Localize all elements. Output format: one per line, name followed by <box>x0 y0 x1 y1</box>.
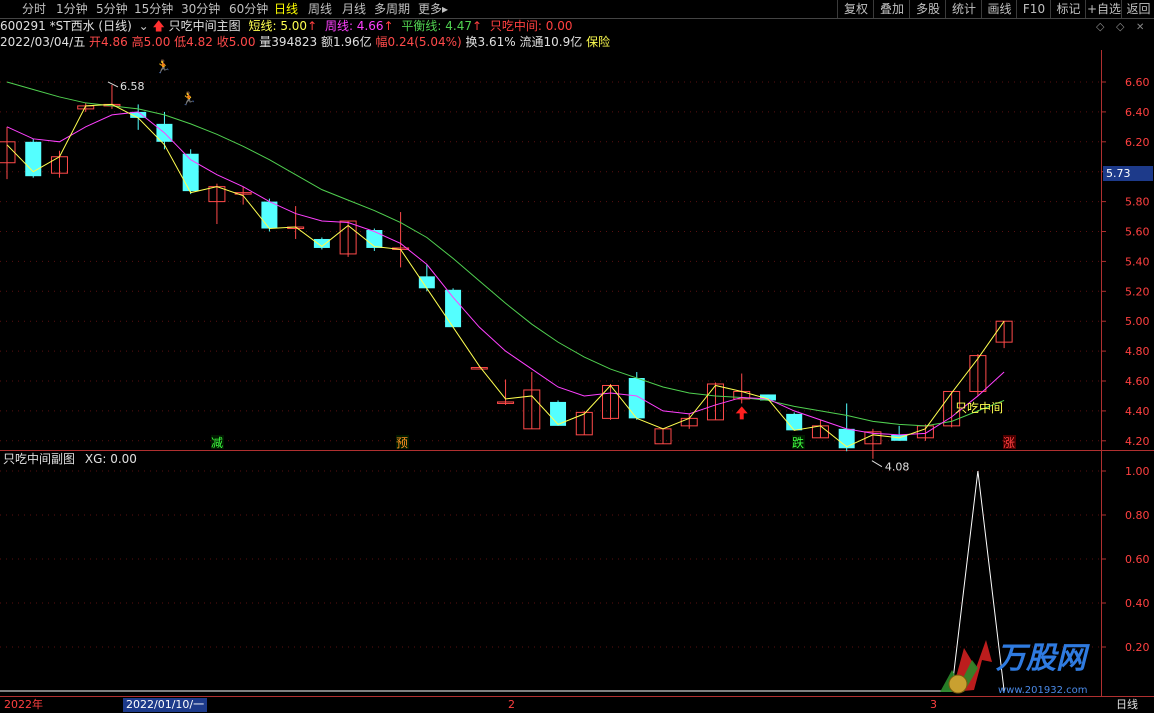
open-label: 开4.86 <box>89 35 128 49</box>
price-axis-label: 4.80 <box>1125 345 1150 358</box>
signal-marker: 涨 <box>1003 435 1015 450</box>
up-arrow-icon: ↑ <box>472 19 483 33</box>
dropdown-icon[interactable]: ⌄ <box>139 19 149 33</box>
period-tab-2[interactable]: 5分钟 <box>96 1 128 17</box>
signal-marker: 跌 <box>792 435 804 450</box>
sub-axis-label: 0.80 <box>1125 509 1150 522</box>
week-line-label: 周线: 4.66 <box>324 19 384 33</box>
toolbar-button-1[interactable]: 叠加 <box>873 0 910 18</box>
low-label: 低4.82 <box>174 35 213 49</box>
up-arrow-icon <box>735 406 748 420</box>
runner-icon: 🏃 <box>181 91 197 107</box>
low-pointer <box>871 460 883 468</box>
period-tab-3[interactable]: 15分钟 <box>134 1 173 17</box>
sub-axis-label: 1.00 <box>1125 465 1150 478</box>
toolbar: 分时 1分钟 5分钟 15分钟 30分钟 60分钟 日线 周线 月线 多周期 更多▸ 复权 叠加 多股 统计… <box>0 0 1154 18</box>
toolbar-button-2[interactable]: 多股 <box>909 0 946 18</box>
sub-header: 只吃中间副图 XG: 0.00 <box>3 451 137 467</box>
candle-body[interactable] <box>418 276 435 289</box>
diamond-icon[interactable]: ◇ <box>1116 19 1124 35</box>
watermark-logo: 万股网 <box>996 641 1086 676</box>
volume-label: 量394823 <box>259 35 318 49</box>
xg-label: XG: 0.00 <box>84 452 137 466</box>
period-tab-4[interactable]: 30分钟 <box>181 1 220 17</box>
price-axis-label: 5.80 <box>1125 196 1150 209</box>
up-arrow-icon: ↑ <box>307 19 318 33</box>
toolbar-button-3[interactable]: 统计 <box>945 0 982 18</box>
signal-marker: 预 <box>396 436 408 450</box>
cursor-date: 2022/01/10/一 <box>123 698 208 712</box>
period-tab-10[interactable]: 更多▸ <box>418 1 448 17</box>
header-line-2: 2022/03/04/五 开4.86 高5.00 低4.82 收5.00 量39… <box>0 34 610 50</box>
period-tab-9[interactable]: 多周期 <box>374 1 410 17</box>
current-price-badge: 5.73 <box>1103 166 1153 181</box>
period-tab-7[interactable]: 周线 <box>308 1 332 17</box>
price-axis-label: 5.20 <box>1125 285 1150 298</box>
high-pointer <box>107 81 119 88</box>
runner-icon: 🏃 <box>155 59 171 75</box>
toolbar-button-4[interactable]: 画线 <box>981 0 1017 18</box>
date-label: 2022/03/04/五 <box>0 35 86 49</box>
candle-body[interactable] <box>628 378 645 419</box>
low-price-label: 4.08 <box>885 461 910 474</box>
price-axis-label: 5.00 <box>1125 315 1150 328</box>
price-axis-label: 4.20 <box>1125 435 1150 448</box>
close-icon[interactable]: ✕ <box>1136 20 1144 36</box>
candle-body[interactable] <box>786 413 803 431</box>
up-arrow-icon: 🡅 <box>152 19 165 33</box>
toolbar-button-0[interactable]: 复权 <box>837 0 874 18</box>
price-axis-label: 5.40 <box>1125 255 1150 268</box>
period-tab-5[interactable]: 60分钟 <box>229 1 268 17</box>
range-label: 幅0.24(5.04%) <box>375 35 462 49</box>
header-line-1: 600291 *ST西水 (日线) ⌄ 🡅 只吃中间主图 短线: 5.00↑ 周… <box>0 18 572 34</box>
toolbar-button-5[interactable]: F10 <box>1016 0 1051 18</box>
year-label: 2022年 <box>4 698 43 711</box>
balance-line-label: 平衡线: 4.47 <box>401 19 472 33</box>
period-tab-0[interactable]: 分时 <box>22 1 46 17</box>
price-axis-label: 5.60 <box>1125 226 1150 239</box>
price-axis-label: 6.60 <box>1125 76 1150 89</box>
price-axis-label: 4.60 <box>1125 375 1150 388</box>
sub-axis-label: 0.60 <box>1125 553 1150 566</box>
sub-axis-label: 0.20 <box>1125 641 1150 654</box>
price-axis-label: 4.40 <box>1125 405 1150 418</box>
close-label: 收5.00 <box>216 35 256 49</box>
month-label: 2 <box>508 698 515 711</box>
turnover-label: 换3.61% <box>465 35 516 49</box>
toolbar-button-6[interactable]: 标记 <box>1050 0 1086 18</box>
watermark-url: www.201932.com <box>998 685 1088 696</box>
float-label: 流通10.9亿 <box>519 35 583 49</box>
toolbar-button-8[interactable]: 返回 <box>1121 0 1154 18</box>
period-tab-1[interactable]: 1分钟 <box>56 1 88 17</box>
chart-canvas[interactable]: 6.606.406.206.005.805.605.405.205.004.80… <box>0 0 1154 713</box>
candle-body[interactable] <box>470 367 488 370</box>
candle-body[interactable] <box>261 201 278 229</box>
sector-label[interactable]: 保险 <box>586 35 610 49</box>
toolbar-button-7[interactable]: +自选 <box>1085 0 1122 18</box>
candle-body[interactable] <box>445 289 462 328</box>
watermark-coin-icon <box>948 674 968 694</box>
candle-body[interactable] <box>366 230 383 248</box>
short-line-label: 短线: 5.00 <box>248 19 308 33</box>
amount-label: 额1.96亿 <box>320 35 372 49</box>
middle-line-label: 只吃中间: 0.00 <box>489 19 573 33</box>
diamond-icon[interactable]: ◇ <box>1096 19 1104 35</box>
xg-line <box>0 470 1005 692</box>
sub-title[interactable]: 只吃中间副图 <box>3 452 75 466</box>
high-label: 高5.00 <box>131 35 171 49</box>
up-arrow-icon: ↑ <box>383 19 394 33</box>
line-end-label: 只吃中间 <box>955 400 1003 415</box>
sub-axis-label: 0.40 <box>1125 597 1150 610</box>
high-price-label: 6.58 <box>120 80 144 93</box>
signal-marker: 减 <box>211 436 223 450</box>
indicator-name[interactable]: 只吃中间主图 <box>169 19 241 33</box>
period-tab-6[interactable]: 日线 <box>274 1 298 17</box>
period-tab-8[interactable]: 月线 <box>342 1 366 17</box>
candle-body[interactable] <box>838 428 855 449</box>
month-label: 3 <box>930 698 937 711</box>
price-axis-label: 6.20 <box>1125 136 1150 149</box>
price-axis-label: 6.40 <box>1125 106 1150 119</box>
stock-title[interactable]: 600291 *ST西水 (日线) <box>0 19 132 33</box>
period-label[interactable]: 日线 <box>1116 698 1138 712</box>
